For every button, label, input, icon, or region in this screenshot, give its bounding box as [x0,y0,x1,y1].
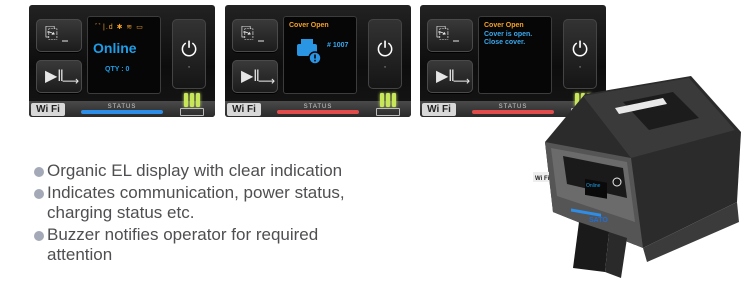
small-indicator-icon: ◦ [383,64,387,71]
arrow-icon: ⎯ [258,33,265,47]
power-button[interactable]: ⏻ ◦ [172,19,206,89]
small-indicator-icon: ◦ [187,64,191,71]
play-pause-button[interactable]: ▶‖ ⟶ [232,60,278,93]
printer-brand: SATO [589,217,608,224]
cover-message-line1: Cover is open. [484,31,533,38]
feature-item: Indicates communication, power status, c… [34,183,504,223]
display-panel-online: ⎘ ⎯ ▶‖ ⟶ ﾞﾞ|.d ✱ ≋ ▭ Online QTY : 0 ⏻ ◦ … [29,5,215,117]
printer-screen-text: Online [586,183,601,189]
arrow-icon: ⎯ [453,33,460,47]
play-pause-button[interactable]: ▶‖ ⟶ [36,60,82,93]
status-strip: Wi Fi STATUS [225,93,411,117]
bullet-icon [34,231,44,241]
feed-button[interactable]: ⎘ ⎯ [427,19,473,52]
status-strip: Wi Fi STATUS [29,93,215,117]
wifi-logo: Wi Fi [422,103,456,116]
power-icon: ⏻ [377,39,393,61]
arrow-icon: ⟶ [258,74,276,88]
arrow-icon: ⟶ [62,74,80,88]
play-pause-button[interactable]: ▶‖ ⟶ [427,60,473,93]
wifi-logo: Wi Fi [227,103,261,116]
arrow-icon: ⎯ [62,33,69,47]
feed-icon: ⎘ [241,25,254,42]
feed-icon: ⎘ [45,25,58,42]
cover-open-title: Cover Open [484,22,524,29]
bullet-icon [34,189,44,199]
feed-button[interactable]: ⎘ ⎯ [232,19,278,52]
power-icon: ⏻ [572,39,588,61]
svg-text:Wi Fi: Wi Fi [535,176,550,182]
battery-icon [180,108,204,116]
printer-image: Online Wi Fi SATO [533,76,741,278]
display-panel-cover-open: ⎘ ⎯ ▶‖ ⟶ Cover Open # 1007 ⏻ ◦ Wi Fi STA… [225,5,411,117]
battery-icon [376,108,400,116]
power-icon: ⏻ [181,39,197,61]
feed-icon: ⎘ [436,25,449,42]
job-number: # 1007 [327,42,349,49]
cover-message: Cover is open. Close cover. [484,31,532,47]
feature-list: Organic EL display with clear indication… [34,161,504,267]
wifi-logo: Wi Fi [31,103,65,116]
status-bar [81,110,163,114]
small-indicator-icon: ◦ [578,64,582,71]
qty-text: QTY : 0 [105,66,130,73]
status-icons: ﾞﾞ|.d ✱ ≋ ▭ [95,24,144,31]
feature-item: Buzzer notifies operator for required at… [34,225,504,265]
oled-screen: Cover Open # 1007 [283,16,357,94]
cover-open-title: Cover Open [289,22,329,29]
cover-message-line2: Close cover. [484,39,526,46]
arrow-icon: ⟶ [453,74,471,88]
oled-screen: ﾞﾞ|.d ✱ ≋ ▭ Online QTY : 0 [87,16,161,94]
feed-button[interactable]: ⎘ ⎯ [36,19,82,52]
feature-item: Organic EL display with clear indication [34,161,504,181]
printer-warning-icon [297,39,322,65]
online-text: Online [93,40,137,56]
power-button[interactable]: ⏻ ◦ [368,19,402,89]
bullet-icon [34,167,44,177]
status-bar [277,110,359,114]
